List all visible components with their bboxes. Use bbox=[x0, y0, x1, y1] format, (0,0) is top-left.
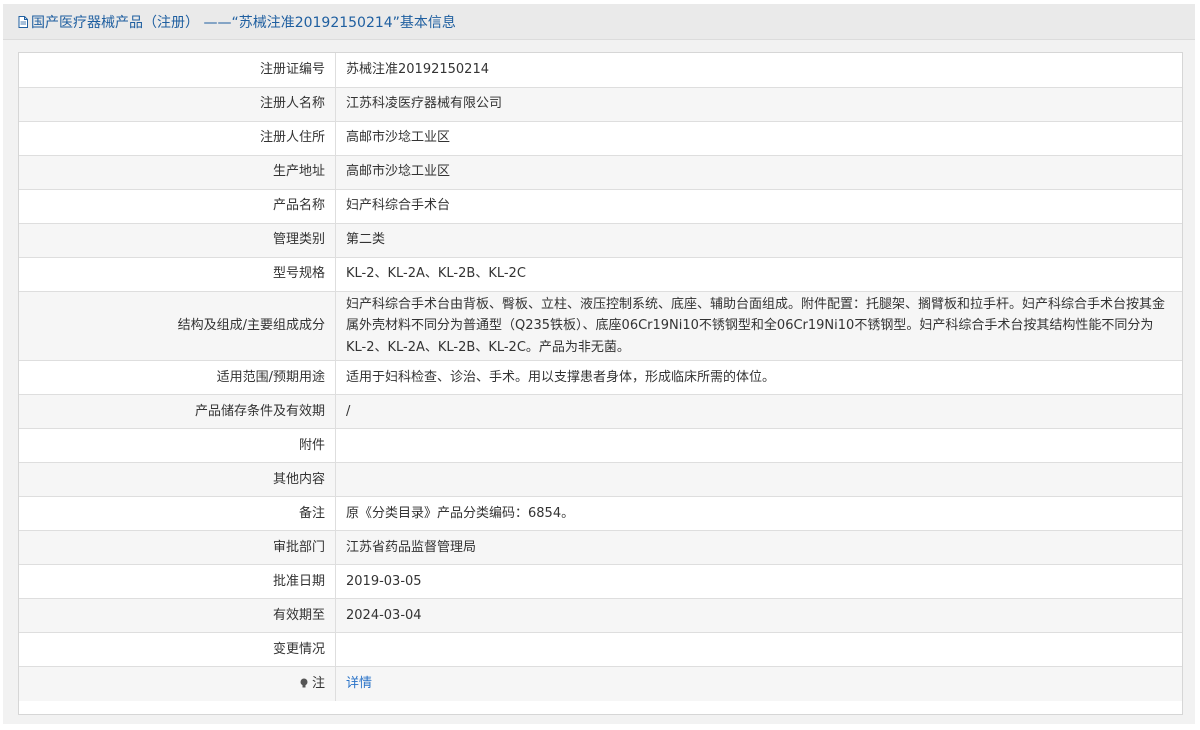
field-label: 产品名称 bbox=[19, 189, 336, 224]
table-row: 审批部门 江苏省药品监督管理局 bbox=[19, 530, 1182, 565]
field-label: 管理类别 bbox=[19, 223, 336, 258]
table-row: 型号规格 KL-2、KL-2A、KL-2B、KL-2C bbox=[19, 257, 1182, 292]
field-value: 妇产科综合手术台 bbox=[335, 189, 1182, 224]
field-label: 附件 bbox=[19, 428, 336, 463]
field-value: KL-2、KL-2A、KL-2B、KL-2C bbox=[335, 257, 1182, 292]
field-value: 适用于妇科检查、诊治、手术。用以支撑患者身体，形成临床所需的体位。 bbox=[335, 360, 1182, 395]
field-value: 苏械注准20192150214 bbox=[335, 53, 1182, 88]
field-label: 注册人住所 bbox=[19, 121, 336, 156]
field-label: 备注 bbox=[19, 496, 336, 531]
table-row: 管理类别 第二类 bbox=[19, 223, 1182, 258]
field-label: 适用范围/预期用途 bbox=[19, 360, 336, 395]
table-row: 有效期至 2024-03-04 bbox=[19, 598, 1182, 633]
table-row: 产品名称 妇产科综合手术台 bbox=[19, 189, 1182, 224]
page-title: 国产医疗器械产品（注册） ——“苏械注准20192150214”基本信息 bbox=[31, 14, 456, 31]
table-row: 注 详情 bbox=[19, 666, 1182, 701]
table-row: 其他内容 bbox=[19, 462, 1182, 497]
field-value bbox=[335, 462, 1182, 497]
field-value: / bbox=[335, 394, 1182, 429]
field-label: 变更情况 bbox=[19, 632, 336, 667]
field-label: 产品储存条件及有效期 bbox=[19, 394, 336, 429]
field-value: 江苏省药品监督管理局 bbox=[335, 530, 1182, 565]
field-value bbox=[335, 428, 1182, 463]
table-row: 注册人住所 高邮市沙埝工业区 bbox=[19, 121, 1182, 156]
field-label: 注册人名称 bbox=[19, 87, 336, 122]
field-label: 其他内容 bbox=[19, 462, 336, 497]
info-table: 注册证编号 苏械注准20192150214 注册人名称 江苏科凌医疗器械有限公司… bbox=[19, 53, 1182, 701]
document-icon bbox=[18, 15, 28, 28]
table-row: 生产地址 高邮市沙埝工业区 bbox=[19, 155, 1182, 190]
field-value bbox=[335, 632, 1182, 667]
field-label: 生产地址 bbox=[19, 155, 336, 190]
field-label: 注册证编号 bbox=[19, 53, 336, 88]
info-table-wrapper: 注册证编号 苏械注准20192150214 注册人名称 江苏科凌医疗器械有限公司… bbox=[18, 52, 1183, 715]
field-value: 高邮市沙埝工业区 bbox=[335, 121, 1182, 156]
table-row: 附件 bbox=[19, 428, 1182, 463]
field-label: 有效期至 bbox=[19, 598, 336, 633]
details-link[interactable]: 详情 bbox=[346, 676, 372, 691]
note-label: 注 bbox=[19, 666, 336, 701]
field-label: 结构及组成/主要组成成分 bbox=[19, 291, 336, 361]
field-value: 原《分类目录》产品分类编码：6854。 bbox=[335, 496, 1182, 531]
field-value: 2024-03-04 bbox=[335, 598, 1182, 633]
table-row: 适用范围/预期用途 适用于妇科检查、诊治、手术。用以支撑患者身体，形成临床所需的… bbox=[19, 360, 1182, 395]
field-value: 高邮市沙埝工业区 bbox=[335, 155, 1182, 190]
page-header: 国产医疗器械产品（注册） ——“苏械注准20192150214”基本信息 bbox=[3, 4, 1195, 40]
detail-panel: 国产医疗器械产品（注册） ——“苏械注准20192150214”基本信息 注册证… bbox=[3, 4, 1195, 724]
field-value: 第二类 bbox=[335, 223, 1182, 258]
table-row: 变更情况 bbox=[19, 632, 1182, 667]
table-row: 批准日期 2019-03-05 bbox=[19, 564, 1182, 599]
field-label: 型号规格 bbox=[19, 257, 336, 292]
table-row: 产品储存条件及有效期 / bbox=[19, 394, 1182, 429]
field-label: 批准日期 bbox=[19, 564, 336, 599]
lightbulb-icon bbox=[300, 678, 308, 688]
table-row: 结构及组成/主要组成成分 妇产科综合手术台由背板、臀板、立柱、液压控制系统、底座… bbox=[19, 291, 1182, 361]
field-label: 审批部门 bbox=[19, 530, 336, 565]
field-value: 详情 bbox=[335, 666, 1182, 701]
table-row: 注册人名称 江苏科凌医疗器械有限公司 bbox=[19, 87, 1182, 122]
note-label-text: 注 bbox=[311, 675, 325, 691]
field-value: 2019-03-05 bbox=[335, 564, 1182, 599]
table-row: 注册证编号 苏械注准20192150214 bbox=[19, 53, 1182, 88]
table-row: 备注 原《分类目录》产品分类编码：6854。 bbox=[19, 496, 1182, 531]
field-value: 妇产科综合手术台由背板、臀板、立柱、液压控制系统、底座、辅助台面组成。附件配置：… bbox=[335, 291, 1182, 361]
field-value: 江苏科凌医疗器械有限公司 bbox=[335, 87, 1182, 122]
